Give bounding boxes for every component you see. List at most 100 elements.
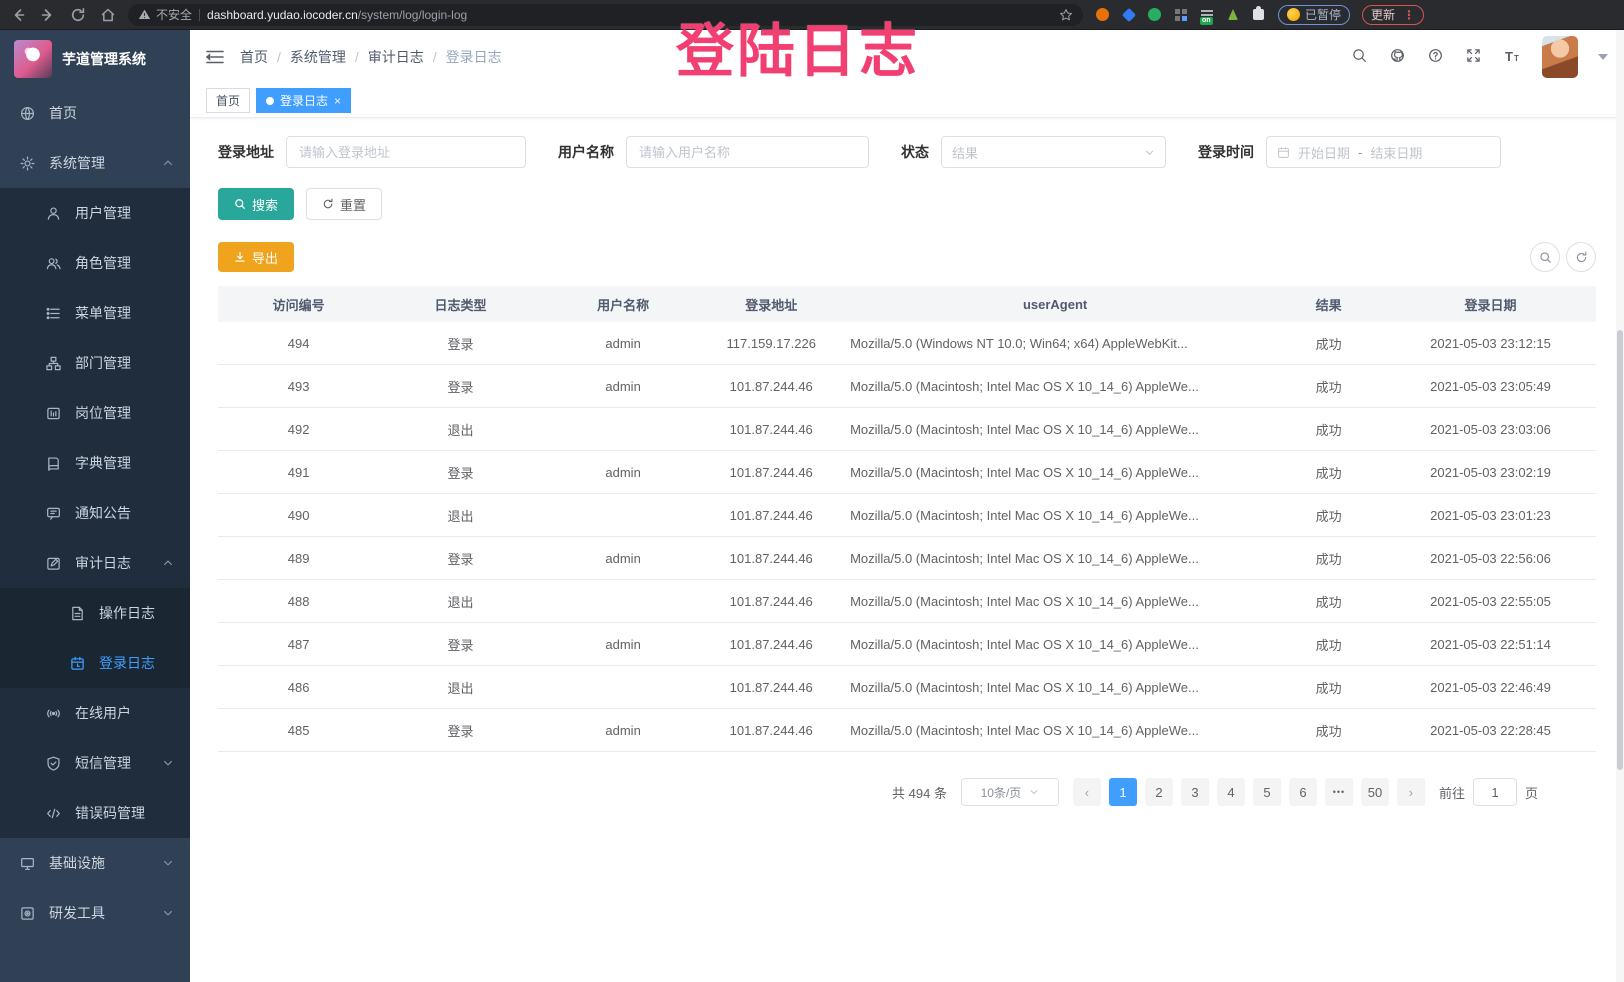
refresh-table-button[interactable] bbox=[1566, 242, 1596, 272]
page-button-6[interactable]: 6 bbox=[1289, 778, 1317, 806]
sidebar-item-label: 操作日志 bbox=[99, 603, 155, 623]
table-cell: 2021-05-03 23:01:23 bbox=[1385, 508, 1596, 523]
table-row: 487登录admin101.87.244.46Mozilla/5.0 (Maci… bbox=[218, 623, 1596, 666]
sidebar-item-system-mgmt[interactable]: 系统管理 bbox=[0, 138, 190, 188]
extension-orange-circle-icon[interactable] bbox=[1095, 7, 1110, 22]
security-label[interactable]: 不安全 bbox=[156, 6, 192, 23]
login-address-input[interactable] bbox=[286, 136, 526, 168]
sidebar-item-sms-mgmt[interactable]: 短信管理 bbox=[0, 738, 190, 788]
online-icon bbox=[46, 706, 61, 721]
table-cell: 2021-05-03 22:55:05 bbox=[1385, 594, 1596, 609]
sidebar-item-dict-mgmt[interactable]: 字典管理 bbox=[0, 438, 190, 488]
reload-icon[interactable] bbox=[70, 7, 86, 23]
close-icon[interactable]: × bbox=[334, 95, 341, 107]
username-input[interactable] bbox=[626, 136, 869, 168]
table-cell: 2021-05-03 23:05:49 bbox=[1385, 379, 1596, 394]
extension-green-circle-icon[interactable] bbox=[1147, 7, 1162, 22]
login-address-label: 登录地址 bbox=[218, 142, 274, 162]
sidebar-item-role-mgmt[interactable]: 角色管理 bbox=[0, 238, 190, 288]
toggle-search-button[interactable] bbox=[1530, 242, 1560, 272]
update-browser-button[interactable]: 更新 ⋮ bbox=[1362, 5, 1424, 25]
date-end-placeholder: 结束日期 bbox=[1370, 143, 1422, 162]
tab-首页[interactable]: 首页 bbox=[206, 88, 250, 113]
prev-page-button[interactable]: ‹ bbox=[1073, 778, 1101, 806]
extension-plant-icon[interactable] bbox=[1225, 7, 1240, 22]
sidebar-item-dept-mgmt[interactable]: 部门管理 bbox=[0, 338, 190, 388]
page-size-select[interactable]: 10条/页 bbox=[961, 778, 1059, 806]
tab-登录日志[interactable]: 登录日志× bbox=[256, 88, 351, 113]
goto-page-input[interactable] bbox=[1473, 778, 1517, 806]
page-button-4[interactable]: 4 bbox=[1217, 778, 1245, 806]
page-button-50[interactable]: 50 bbox=[1361, 778, 1389, 806]
table-cell: 登录 bbox=[379, 463, 542, 482]
table-cell: 2021-05-03 22:28:45 bbox=[1385, 723, 1596, 738]
page-button-5[interactable]: 5 bbox=[1253, 778, 1281, 806]
forward-icon[interactable] bbox=[40, 7, 56, 23]
status-select[interactable]: 结果 bbox=[941, 136, 1166, 168]
extension-blue-gem-icon[interactable] bbox=[1121, 7, 1136, 22]
app-logo-row[interactable]: 芋道管理系统 bbox=[0, 30, 190, 88]
sidebar-toggle-icon[interactable] bbox=[206, 50, 224, 64]
doc-icon bbox=[70, 606, 85, 621]
extension-puzzle-icon[interactable] bbox=[1251, 7, 1266, 22]
sidebar-item-post-mgmt[interactable]: 岗位管理 bbox=[0, 388, 190, 438]
table-row: 491登录admin101.87.244.46Mozilla/5.0 (Maci… bbox=[218, 451, 1596, 494]
avatar-caret-down-icon[interactable] bbox=[1598, 54, 1608, 60]
browser-menu-dots-icon[interactable]: ⋮ bbox=[1403, 8, 1415, 22]
sidebar-item-error-code-mgmt[interactable]: 错误码管理 bbox=[0, 788, 190, 838]
search-icon[interactable] bbox=[1352, 48, 1370, 66]
sidebar-item-operation-log[interactable]: 操作日志 bbox=[0, 588, 190, 638]
login-time-range-picker[interactable]: 开始日期 - 结束日期 bbox=[1266, 136, 1501, 168]
sidebar-item-notice[interactable]: 通知公告 bbox=[0, 488, 190, 538]
fullscreen-icon[interactable] bbox=[1466, 48, 1484, 66]
table-cell: 2021-05-03 22:51:14 bbox=[1385, 637, 1596, 652]
sidebar-item-menu-mgmt[interactable]: 菜单管理 bbox=[0, 288, 190, 338]
paused-extension-pill[interactable]: 已暂停 bbox=[1278, 5, 1350, 25]
breadcrumb-item[interactable]: 审计日志 bbox=[368, 47, 424, 67]
table-cell: 成功 bbox=[1272, 377, 1385, 396]
table-cell: admin bbox=[542, 637, 705, 652]
scrollbar-thumb[interactable] bbox=[1617, 330, 1623, 770]
page-button-3[interactable]: 3 bbox=[1181, 778, 1209, 806]
table-cell: 101.87.244.46 bbox=[704, 551, 838, 566]
column-header: 访问编号 bbox=[218, 295, 379, 314]
sidebar-item-login-log[interactable]: 登录日志 bbox=[0, 638, 190, 688]
next-page-button[interactable]: › bbox=[1397, 778, 1425, 806]
user-avatar[interactable] bbox=[1542, 36, 1578, 78]
url-bar[interactable]: 不安全 dashboard.yudao.iocoder.cn/system/lo… bbox=[128, 4, 1083, 26]
extension-list-on-icon[interactable]: on bbox=[1199, 7, 1214, 22]
back-icon[interactable] bbox=[10, 7, 26, 23]
table-cell: 494 bbox=[218, 336, 379, 351]
breadcrumb-separator: / bbox=[355, 49, 359, 65]
github-icon[interactable] bbox=[1390, 48, 1408, 66]
sidebar-item-audit-log[interactable]: 审计日志 bbox=[0, 538, 190, 588]
code-icon bbox=[46, 806, 61, 821]
extension-grid-icon[interactable] bbox=[1173, 7, 1188, 22]
breadcrumb-item[interactable]: 首页 bbox=[240, 47, 268, 67]
page-button-2[interactable]: 2 bbox=[1145, 778, 1173, 806]
emoji-face-icon bbox=[1287, 8, 1300, 21]
breadcrumb-separator: / bbox=[277, 49, 281, 65]
font-size-icon[interactable]: TT bbox=[1504, 48, 1522, 66]
table-cell: 101.87.244.46 bbox=[704, 465, 838, 480]
bookmark-star-icon[interactable] bbox=[1059, 8, 1073, 22]
sidebar-item-home[interactable]: 首页 bbox=[0, 88, 190, 138]
reset-button[interactable]: 重置 bbox=[306, 188, 382, 220]
help-icon[interactable] bbox=[1428, 48, 1446, 66]
sidebar-item-online-users[interactable]: 在线用户 bbox=[0, 688, 190, 738]
table-cell: 101.87.244.46 bbox=[704, 508, 838, 523]
search-button[interactable]: 搜索 bbox=[218, 188, 294, 220]
breadcrumb-item[interactable]: 系统管理 bbox=[290, 47, 346, 67]
page-button-1[interactable]: 1 bbox=[1109, 778, 1137, 806]
home-icon[interactable] bbox=[100, 7, 116, 23]
table-cell: Mozilla/5.0 (Macintosh; Intel Mac OS X 1… bbox=[838, 379, 1272, 394]
page-scrollbar[interactable] bbox=[1616, 30, 1624, 982]
sidebar-item-dev-tools[interactable]: 研发工具 bbox=[0, 888, 190, 938]
table-cell: 登录 bbox=[379, 721, 542, 740]
export-button[interactable]: 导出 bbox=[218, 242, 294, 272]
sidebar-item-infrastructure[interactable]: 基础设施 bbox=[0, 838, 190, 888]
pagination: 共 494 条 10条/页 ‹123456•••50› 前往 页 bbox=[218, 778, 1596, 806]
table-cell: Mozilla/5.0 (Macintosh; Intel Mac OS X 1… bbox=[838, 594, 1272, 609]
sidebar-item-user-mgmt[interactable]: 用户管理 bbox=[0, 188, 190, 238]
page-ellipsis[interactable]: ••• bbox=[1325, 778, 1353, 806]
